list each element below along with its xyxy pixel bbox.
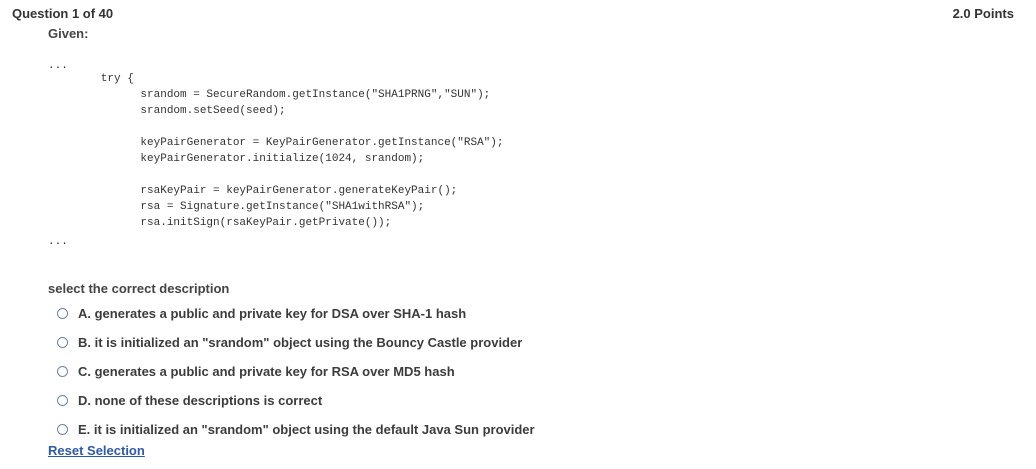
code-line: keyPairGenerator.initialize(1024, srando… [48,153,425,165]
question-header: Question 1 of 40 2.0 Points [0,0,1036,60]
answer-option-e[interactable]: E. it is initialized an "srandom" object… [57,420,535,438]
radio-button-icon[interactable] [57,365,68,377]
code-line: rsaKeyPair = keyPairGenerator.generateKe… [48,185,458,197]
code-line: try { [48,73,134,85]
question-points: 2.0 Points [952,6,1014,21]
answer-option-label[interactable]: D. none of these descriptions is correct [78,393,322,408]
reset-selection-link[interactable]: Reset Selection [48,443,145,458]
answer-option-label[interactable]: B. it is initialized an "srandom" object… [78,335,522,350]
question-prompt: select the correct description [48,281,230,296]
code-line: srandom.setSeed(seed); [48,105,286,117]
answer-option-label[interactable]: E. it is initialized an "srandom" object… [78,422,535,437]
code-line: ... [48,236,68,248]
given-label: Given: [48,26,89,41]
answer-option-b[interactable]: B. it is initialized an "srandom" object… [57,333,522,351]
code-line: rsa.initSign(rsaKeyPair.getPrivate()); [48,217,392,229]
answer-option-label[interactable]: C. generates a public and private key fo… [78,364,455,379]
answer-option-c[interactable]: C. generates a public and private key fo… [57,362,455,380]
answer-option-a[interactable]: A. generates a public and private key fo… [57,304,466,322]
answer-option-d[interactable]: D. none of these descriptions is correct [57,391,322,409]
code-line: srandom = SecureRandom.getInstance("SHA1… [48,89,491,101]
radio-button-icon[interactable] [57,336,68,348]
answer-option-label[interactable]: A. generates a public and private key fo… [78,306,466,321]
radio-button-icon[interactable] [57,423,68,435]
question-number: Question 1 of 40 [12,6,114,21]
code-line: keyPairGenerator = KeyPairGenerator.getI… [48,137,504,149]
code-line: rsa = Signature.getInstance("SHA1withRSA… [48,201,425,213]
code-line: ... [48,60,68,72]
radio-button-icon[interactable] [57,307,68,319]
radio-button-icon[interactable] [57,394,68,406]
